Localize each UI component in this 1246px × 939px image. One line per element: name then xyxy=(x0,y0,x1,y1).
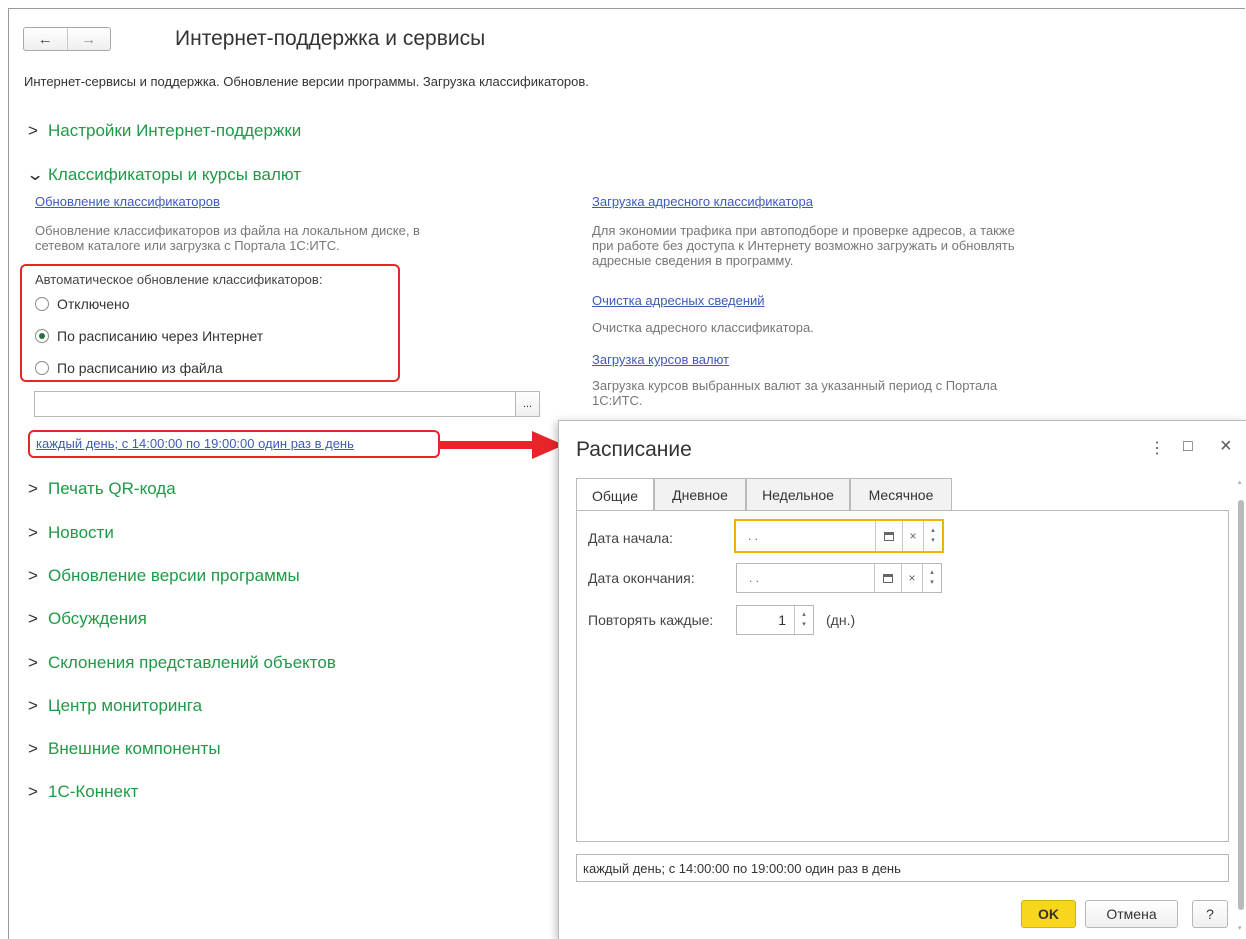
currency-rates-desc-2: 1С:ИТС. xyxy=(592,393,643,408)
start-date-label: Дата начала: xyxy=(588,530,674,546)
cancel-button[interactable]: Отмена xyxy=(1085,900,1178,928)
repeat-unit: (дн.) xyxy=(826,612,856,628)
chevron-right-icon: > xyxy=(28,121,38,140)
group-label: Настройки Интернет-поддержки xyxy=(48,121,302,140)
chevron-right-icon: > xyxy=(28,523,38,542)
chevron-right-icon: > xyxy=(28,609,38,628)
group-label: Склонения представлений объектов xyxy=(48,653,336,672)
nav-buttons: ← → xyxy=(23,27,111,51)
spin-up-down-icon[interactable]: ▴ ▾ xyxy=(922,564,941,592)
radio-option-schedule-file[interactable]: По расписанию из файла xyxy=(35,360,223,376)
address-classifier-link[interactable]: Загрузка адресного классификатора xyxy=(592,194,813,209)
group-monitoring-center[interactable]: > Центр мониторинга xyxy=(28,696,202,716)
chevron-right-icon: > xyxy=(28,479,38,498)
tab-general[interactable]: Общие xyxy=(576,478,654,512)
scroll-thumb[interactable] xyxy=(1238,500,1244,910)
group-program-update[interactable]: > Обновление версии программы xyxy=(28,566,300,586)
dialog-title: Расписание xyxy=(576,438,692,461)
scroll-down-icon[interactable]: ▾ xyxy=(1238,924,1242,932)
group-external-components[interactable]: > Внешние компоненты xyxy=(28,739,221,759)
currency-rates-link[interactable]: Загрузка курсов валют xyxy=(592,352,729,367)
scroll-up-icon[interactable]: ▴ xyxy=(1238,478,1242,486)
radio-selected-icon xyxy=(35,329,49,343)
update-classifiers-desc-1: Обновление классификаторов из файла на л… xyxy=(35,223,420,238)
end-date-field[interactable]: . . × ▴ ▾ xyxy=(736,563,942,593)
schedule-link[interactable]: каждый день; с 14:00:00 по 19:00:00 один… xyxy=(36,436,354,451)
red-arrow-icon xyxy=(440,431,564,459)
update-classifiers-link[interactable]: Обновление классификаторов xyxy=(35,194,220,209)
dialog-close-icon[interactable]: × xyxy=(1220,435,1232,458)
update-classifiers-desc-2: сетевом каталоге или загрузка с Портала … xyxy=(35,238,340,253)
chevron-right-icon: > xyxy=(28,739,38,758)
repeat-value: 1 xyxy=(778,612,786,628)
clear-icon[interactable]: × xyxy=(901,564,922,592)
group-1c-connect[interactable]: >1С-Коннект xyxy=(28,782,138,802)
page-title: Интернет-поддержка и сервисы xyxy=(175,27,486,50)
chevron-right-icon: > xyxy=(28,696,38,715)
group-declensions[interactable]: > Склонения представлений объектов xyxy=(28,653,336,673)
dialog-scrollbar[interactable]: ▴ ▾ xyxy=(1237,478,1245,938)
radio-icon xyxy=(35,361,49,375)
spin-up-down-icon[interactable]: ▴ ▾ xyxy=(923,521,942,551)
browse-button[interactable]: ... xyxy=(515,391,540,417)
chevron-right-icon: > xyxy=(28,782,38,801)
group-label: Обсуждения xyxy=(48,609,147,628)
end-date-label: Дата окончания: xyxy=(588,570,695,586)
tab-weekly[interactable]: Недельное xyxy=(746,478,850,510)
ok-button[interactable]: OK xyxy=(1021,900,1076,928)
file-path-input[interactable] xyxy=(34,391,516,417)
calendar-icon[interactable] xyxy=(874,564,901,592)
tab-monthly[interactable]: Месячное xyxy=(850,478,952,510)
group-news[interactable]: > Новости xyxy=(28,523,114,543)
address-desc-1: Для экономии трафика при автоподборе и п… xyxy=(592,223,1015,238)
calendar-icon[interactable] xyxy=(875,521,902,551)
radio-label: Отключено xyxy=(57,296,130,312)
group-label: Внешние компоненты xyxy=(48,739,221,758)
clear-address-desc: Очистка адресного классификатора. xyxy=(592,320,814,335)
currency-rates-desc-1: Загрузка курсов выбранных валют за указа… xyxy=(592,378,998,393)
clear-icon[interactable]: × xyxy=(902,521,923,551)
forward-arrow-icon[interactable]: → xyxy=(66,28,111,50)
repeat-field[interactable]: 1 ▴ ▾ xyxy=(736,605,814,635)
group-label: Новости xyxy=(48,523,114,542)
end-date-value: . . xyxy=(749,571,760,585)
back-arrow-icon[interactable]: ← xyxy=(24,28,67,50)
clear-address-link[interactable]: Очистка адресных сведений xyxy=(592,293,765,308)
group-label: Печать QR-кода xyxy=(48,479,176,498)
group-classifiers-and-rates[interactable]: ⌄ Классификаторы и курсы валют xyxy=(25,165,302,185)
group-internet-support-settings[interactable]: > Настройки Интернет-поддержки xyxy=(28,121,301,141)
dialog-maximize-icon[interactable]: □ xyxy=(1183,438,1193,456)
chevron-right-icon: > xyxy=(28,653,38,672)
group-label: 1С-Коннект xyxy=(48,782,139,801)
help-button[interactable]: ? xyxy=(1192,900,1228,928)
repeat-label: Повторять каждые: xyxy=(588,612,714,628)
address-desc-3: адресные сведения в программу. xyxy=(592,253,794,268)
radio-label: По расписанию из файла xyxy=(57,360,223,376)
start-date-field[interactable]: . . × ▴ ▾ xyxy=(734,519,944,553)
address-desc-2: при работе без доступа к Интернету возмо… xyxy=(592,238,1015,253)
tab-daily[interactable]: Дневное xyxy=(654,478,746,510)
chevron-down-icon: ⌄ xyxy=(25,165,45,184)
radio-option-schedule-internet[interactable]: По расписанию через Интернет xyxy=(35,328,263,344)
group-qr-print[interactable]: > Печать QR-кода xyxy=(28,479,176,499)
tab-panel xyxy=(576,510,1229,842)
dialog-menu-icon[interactable]: ⋮ xyxy=(1149,438,1165,458)
auto-update-label: Автоматическое обновление классификаторо… xyxy=(35,272,323,287)
start-date-value: . . xyxy=(748,529,759,543)
schedule-summary-field[interactable]: каждый день; с 14:00:00 по 19:00:00 один… xyxy=(576,854,1229,882)
radio-option-disabled[interactable]: Отключено xyxy=(35,296,130,312)
group-label: Классификаторы и курсы валют xyxy=(48,165,302,184)
page-subtitle: Интернет-сервисы и поддержка. Обновление… xyxy=(24,74,589,89)
spin-up-down-icon[interactable]: ▴ ▾ xyxy=(794,606,813,634)
radio-label: По расписанию через Интернет xyxy=(57,328,264,344)
group-label: Центр мониторинга xyxy=(48,696,203,715)
group-discussions[interactable]: > Обсуждения xyxy=(28,609,147,629)
group-label: Обновление версии программы xyxy=(48,566,300,585)
radio-icon xyxy=(35,297,49,311)
chevron-right-icon: > xyxy=(28,566,38,585)
